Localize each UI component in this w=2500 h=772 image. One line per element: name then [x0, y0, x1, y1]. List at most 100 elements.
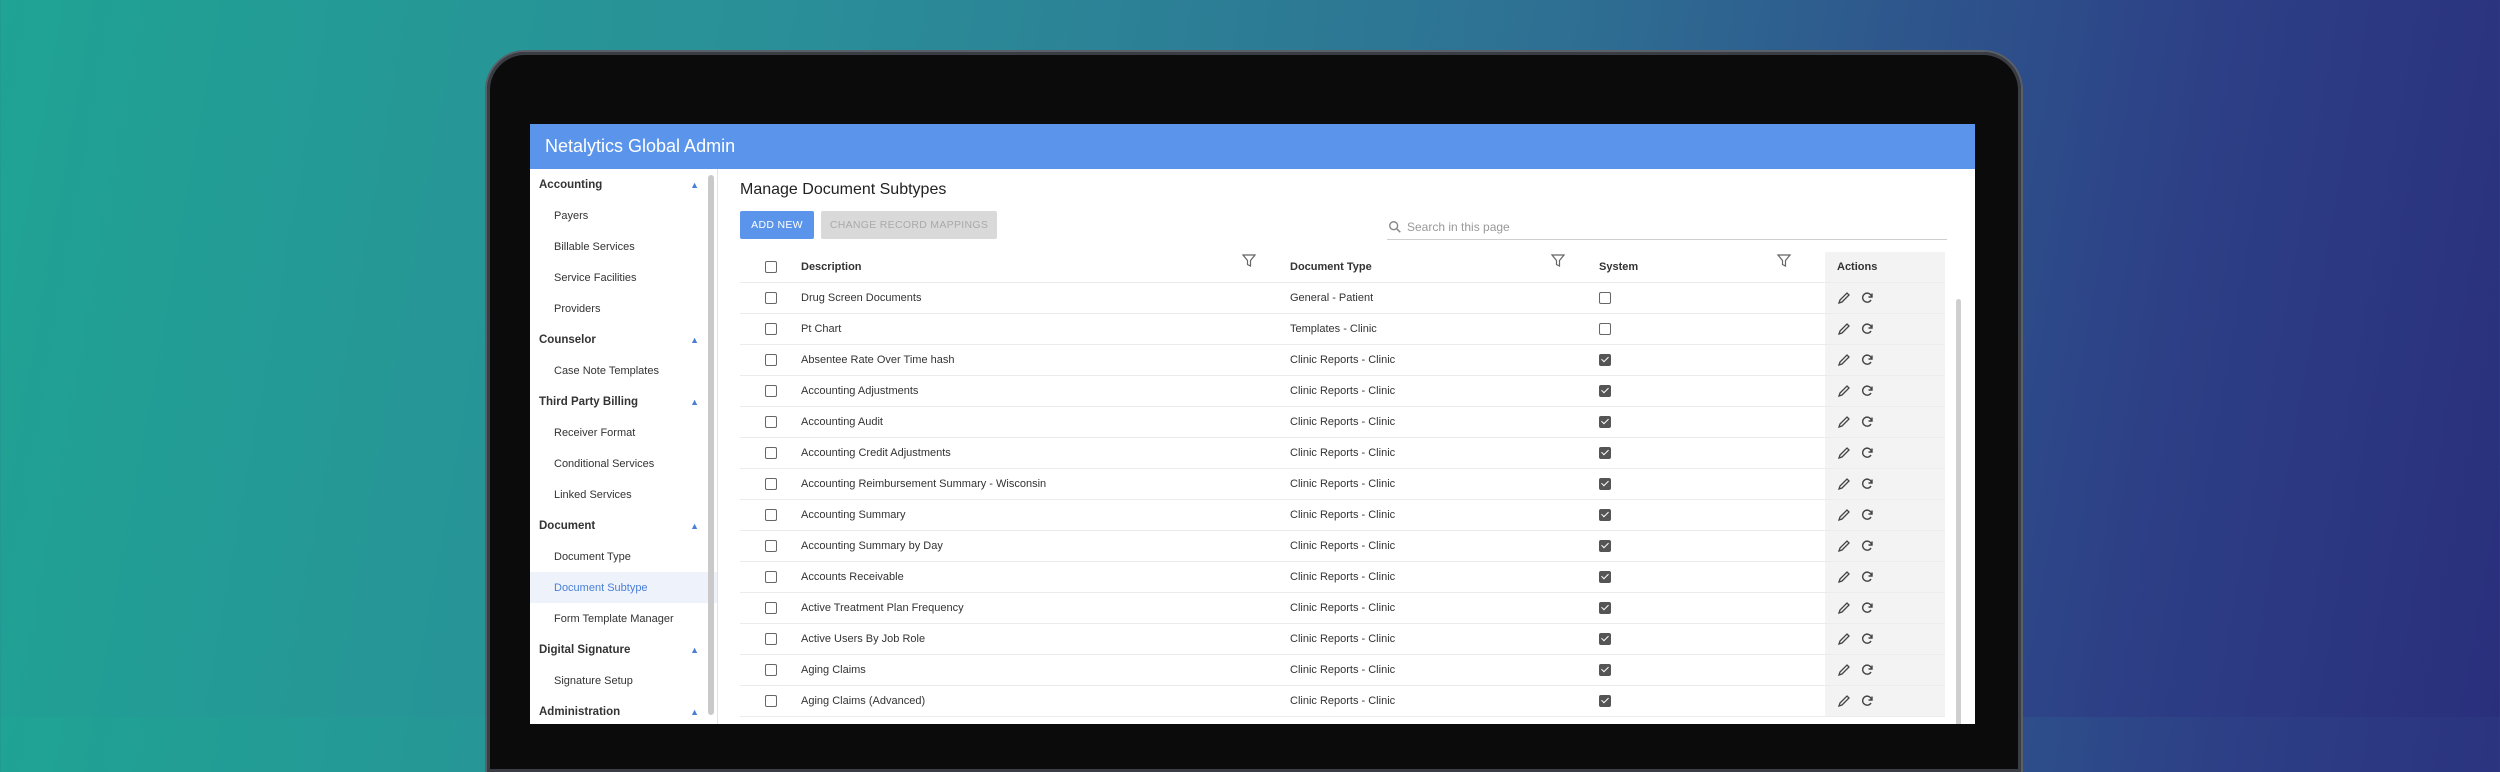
- table-row[interactable]: Active Users By Job Role Clinic Reports -…: [740, 624, 1945, 655]
- row-checkbox[interactable]: [764, 354, 777, 366]
- sidebar-item[interactable]: Linked Services: [530, 479, 717, 510]
- pencil-icon[interactable]: [1837, 291, 1851, 305]
- refresh-icon[interactable]: [1860, 384, 1874, 398]
- pencil-icon[interactable]: [1837, 508, 1851, 522]
- pencil-icon[interactable]: [1837, 446, 1851, 460]
- add-new-button[interactable]: ADD NEW: [740, 211, 814, 239]
- table-row[interactable]: Aging Claims (Advanced) Clinic Reports - …: [740, 686, 1945, 717]
- filter-icon[interactable]: [1777, 254, 1791, 268]
- pencil-icon[interactable]: [1837, 601, 1851, 615]
- row-checkbox[interactable]: [764, 478, 777, 490]
- refresh-icon[interactable]: [1860, 415, 1874, 429]
- sidebar-group[interactable]: Digital Signature ▲: [530, 634, 717, 665]
- cell-document-type: Clinic Reports - Clinic: [1290, 571, 1396, 583]
- sidebar-group[interactable]: Administration ▲: [530, 696, 717, 724]
- pencil-icon[interactable]: [1837, 353, 1851, 367]
- refresh-icon[interactable]: [1860, 632, 1874, 646]
- cell-document-type: Clinic Reports - Clinic: [1290, 602, 1396, 614]
- chevron-up-icon[interactable]: ▲: [690, 707, 699, 717]
- search-placeholder: Search in this page: [1407, 220, 1510, 234]
- header-description: Description: [801, 261, 862, 273]
- row-checkbox[interactable]: [764, 633, 777, 645]
- pencil-icon[interactable]: [1837, 384, 1851, 398]
- sidebar-group[interactable]: Counselor ▲: [530, 324, 717, 355]
- refresh-icon[interactable]: [1860, 353, 1874, 367]
- pencil-icon[interactable]: [1837, 322, 1851, 336]
- sidebar-group[interactable]: Accounting ▲: [530, 169, 717, 200]
- row-checkbox[interactable]: [764, 509, 777, 521]
- chevron-up-icon[interactable]: ▲: [690, 521, 699, 531]
- sidebar-item[interactable]: Providers: [530, 293, 717, 324]
- table-row[interactable]: Accounts Receivable Clinic Reports - Clin…: [740, 562, 1945, 593]
- refresh-icon[interactable]: [1860, 322, 1874, 336]
- system-checkbox: [1599, 292, 1611, 304]
- pencil-icon[interactable]: [1837, 415, 1851, 429]
- pencil-icon[interactable]: [1837, 570, 1851, 584]
- table-scrollbar[interactable]: [1956, 299, 1961, 724]
- row-checkbox[interactable]: [764, 571, 777, 583]
- system-checkbox: [1599, 447, 1611, 459]
- table-row[interactable]: Accounting Audit Clinic Reports - Clinic: [740, 407, 1945, 438]
- pencil-icon[interactable]: [1837, 539, 1851, 553]
- table-row[interactable]: Aging Claims Clinic Reports - Clinic: [740, 655, 1945, 686]
- chevron-up-icon[interactable]: ▲: [690, 397, 699, 407]
- filter-icon[interactable]: [1551, 254, 1565, 268]
- cell-description: Aging Claims (Advanced): [801, 695, 926, 707]
- table-row[interactable]: Accounting Reimbursement Summary - Wisco…: [740, 469, 1945, 500]
- sidebar-item[interactable]: Receiver Format: [530, 417, 717, 448]
- chevron-up-icon[interactable]: ▲: [690, 180, 699, 190]
- row-checkbox[interactable]: [764, 447, 777, 459]
- refresh-icon[interactable]: [1860, 570, 1874, 584]
- table-row[interactable]: Absentee Rate Over Time hash Clinic Repor…: [740, 345, 1945, 376]
- refresh-icon[interactable]: [1860, 601, 1874, 615]
- refresh-icon[interactable]: [1860, 508, 1874, 522]
- sidebar-item[interactable]: Signature Setup: [530, 665, 717, 696]
- document-subtypes-table: Description Document Type System Actions…: [740, 252, 1945, 717]
- table-row[interactable]: Accounting Summary by Day Clinic Reports …: [740, 531, 1945, 562]
- refresh-icon[interactable]: [1860, 446, 1874, 460]
- sidebar-item[interactable]: Conditional Services: [530, 448, 717, 479]
- sidebar-item[interactable]: Billable Services: [530, 231, 717, 262]
- refresh-icon[interactable]: [1860, 291, 1874, 305]
- row-checkbox[interactable]: [764, 695, 777, 707]
- chevron-up-icon[interactable]: ▲: [690, 335, 699, 345]
- sidebar-group[interactable]: Third Party Billing ▲: [530, 386, 717, 417]
- sidebar-item[interactable]: Service Facilities: [530, 262, 717, 293]
- sidebar-group[interactable]: Document ▲: [530, 510, 717, 541]
- sidebar-item[interactable]: Case Note Templates: [530, 355, 717, 386]
- table-row[interactable]: Accounting Summary Clinic Reports - Clini…: [740, 500, 1945, 531]
- select-all-checkbox[interactable]: [764, 261, 777, 273]
- pencil-icon[interactable]: [1837, 694, 1851, 708]
- sidebar-item[interactable]: Document Type: [530, 541, 717, 572]
- row-checkbox[interactable]: [764, 540, 777, 552]
- refresh-icon[interactable]: [1860, 539, 1874, 553]
- refresh-icon[interactable]: [1860, 477, 1874, 491]
- table-row[interactable]: Drug Screen Documents General - Patient: [740, 283, 1945, 314]
- refresh-icon[interactable]: [1860, 694, 1874, 708]
- pencil-icon[interactable]: [1837, 663, 1851, 677]
- row-checkbox[interactable]: [764, 664, 777, 676]
- sidebar-item[interactable]: Document Subtype: [530, 572, 717, 603]
- table-row[interactable]: Accounting Credit Adjustments Clinic Repo…: [740, 438, 1945, 469]
- sidebar-item[interactable]: Payers: [530, 200, 717, 231]
- row-checkbox[interactable]: [764, 292, 777, 304]
- pencil-icon[interactable]: [1837, 632, 1851, 646]
- row-checkbox[interactable]: [764, 602, 777, 614]
- pencil-icon[interactable]: [1837, 477, 1851, 491]
- table-row[interactable]: Active Treatment Plan Frequency Clinic Re…: [740, 593, 1945, 624]
- row-checkbox[interactable]: [764, 385, 777, 397]
- search-field[interactable]: Search in this page: [1387, 215, 1947, 240]
- main-content: Manage Document Subtypes ADD NEW CHANGE …: [718, 169, 1975, 724]
- sidebar-group-label: Third Party Billing: [539, 395, 639, 408]
- table-row[interactable]: Accounting Adjustments Clinic Reports - C…: [740, 376, 1945, 407]
- sidebar-item[interactable]: Form Template Manager: [530, 603, 717, 634]
- refresh-icon[interactable]: [1860, 663, 1874, 677]
- row-checkbox[interactable]: [764, 323, 777, 335]
- row-checkbox[interactable]: [764, 416, 777, 428]
- cell-description: Accounting Summary: [801, 509, 906, 521]
- table-row[interactable]: Pt Chart Templates - Clinic: [740, 314, 1945, 345]
- chevron-up-icon[interactable]: ▲: [690, 645, 699, 655]
- filter-icon[interactable]: [1242, 254, 1256, 268]
- system-checkbox: [1599, 416, 1611, 428]
- sidebar-scrollbar[interactable]: [708, 175, 714, 715]
